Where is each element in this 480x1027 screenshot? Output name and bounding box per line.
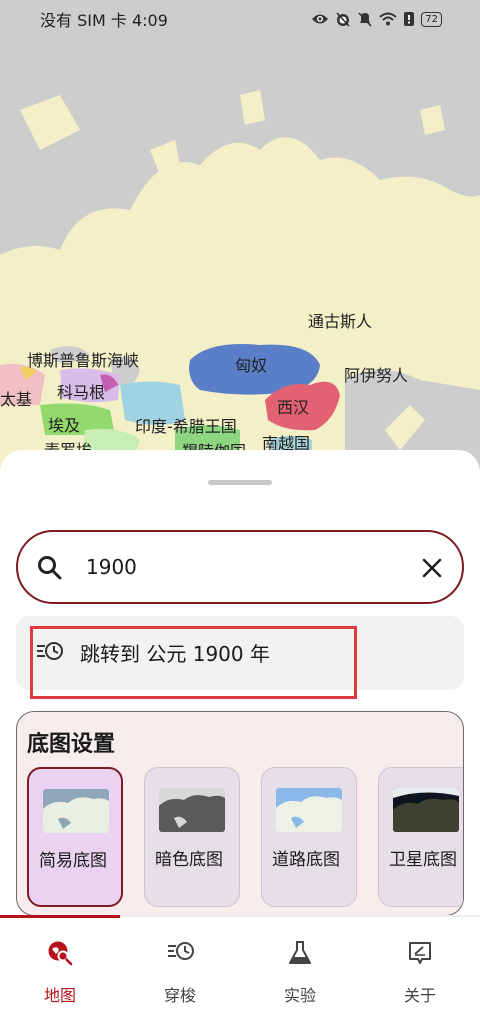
bell-off-icon bbox=[358, 12, 372, 27]
search-icon bbox=[38, 556, 62, 580]
battery-alert-icon bbox=[404, 12, 415, 26]
tab-about[interactable]: 关于 bbox=[360, 918, 480, 1027]
tab-about-label: 关于 bbox=[403, 986, 436, 1005]
info-edit-icon bbox=[409, 942, 431, 964]
bottom-sheet: 跳转到 公元 1900 年 底图设置 简易底图 暗色底图 道路底图 bbox=[0, 450, 480, 920]
search-bar[interactable] bbox=[16, 530, 464, 604]
map-label-carthage[interactable]: 太基 bbox=[0, 386, 32, 410]
tab-shuttle[interactable]: 穿梭 bbox=[120, 918, 240, 1027]
status-bar: 没有 SIM 卡 4:09 72 bbox=[0, 0, 480, 38]
history-clock-icon bbox=[168, 942, 194, 960]
map-label-ainu[interactable]: 阿伊努人 bbox=[344, 362, 408, 386]
alarm-off-icon bbox=[336, 12, 350, 27]
tab-map-label: 地图 bbox=[43, 986, 76, 1005]
map-search-icon bbox=[48, 941, 73, 966]
map-label-xiongnu[interactable]: 匈奴 bbox=[235, 352, 267, 376]
jump-to-year-card[interactable]: 跳转到 公元 1900 年 bbox=[16, 616, 464, 699]
land-island-1 bbox=[20, 95, 80, 150]
tab-experiment-label: 实验 bbox=[283, 986, 316, 1005]
map-label-indo-greek[interactable]: 印度-希腊王国 bbox=[135, 413, 237, 437]
wifi-icon bbox=[379, 12, 397, 26]
map-label-tongus[interactable]: 通古斯人 bbox=[308, 308, 372, 332]
basemap-label-simple: 简易底图 bbox=[39, 851, 107, 871]
basemap-thumb-road bbox=[276, 788, 342, 832]
map-label-western-han[interactable]: 西汉 bbox=[277, 394, 309, 418]
basemap-thumb-simple bbox=[43, 789, 109, 833]
basemap-label-road: 道路底图 bbox=[272, 850, 340, 870]
battery-level: 72 bbox=[421, 11, 442, 27]
eye-icon bbox=[312, 14, 329, 24]
search-input[interactable] bbox=[86, 550, 406, 584]
map-label-bosporus[interactable]: 博斯普鲁斯海峡 bbox=[27, 347, 139, 371]
basemap-thumb-satellite bbox=[393, 788, 459, 832]
status-icons: 72 bbox=[311, 11, 442, 27]
basemap-option-road[interactable]: 道路底图 bbox=[261, 767, 357, 907]
basemap-label-satellite: 卫星底图 bbox=[389, 850, 457, 870]
basemap-option-simple[interactable]: 简易底图 bbox=[27, 767, 123, 907]
tab-shuttle-label: 穿梭 bbox=[163, 986, 196, 1005]
basemap-thumb-dark bbox=[159, 788, 225, 832]
close-icon[interactable] bbox=[418, 554, 446, 582]
bottom-tab-bar: 地图 穿梭 实验 关于 bbox=[0, 918, 480, 1027]
basemap-option-satellite[interactable]: 卫星底图 bbox=[378, 767, 463, 907]
basemap-option-dark[interactable]: 暗色底图 bbox=[144, 767, 240, 907]
map-label-egypt[interactable]: 埃及 bbox=[48, 412, 80, 436]
map-label-commagene[interactable]: 科马根 bbox=[57, 379, 105, 403]
history-clock-icon bbox=[37, 642, 63, 660]
drag-handle[interactable] bbox=[208, 480, 272, 485]
jump-to-year-label: 跳转到 公元 1900 年 bbox=[80, 642, 270, 666]
basemap-label-dark: 暗色底图 bbox=[155, 850, 223, 870]
land-island-2 bbox=[240, 90, 265, 125]
basemap-title: 底图设置 bbox=[27, 732, 116, 757]
basemap-settings-panel: 底图设置 简易底图 暗色底图 道路底图 卫星底图 bbox=[16, 711, 464, 916]
tab-experiment[interactable]: 实验 bbox=[240, 918, 360, 1027]
tab-map[interactable]: 地图 bbox=[0, 918, 120, 1027]
flask-icon bbox=[289, 941, 311, 964]
map-view[interactable]: 通古斯人 博斯普鲁斯海峡 匈奴 阿伊努人 太基 科马根 西汉 埃及 印度-希腊王… bbox=[0, 0, 480, 470]
status-carrier-time: 没有 SIM 卡 4:09 bbox=[40, 11, 168, 30]
land-island-4 bbox=[420, 105, 445, 135]
